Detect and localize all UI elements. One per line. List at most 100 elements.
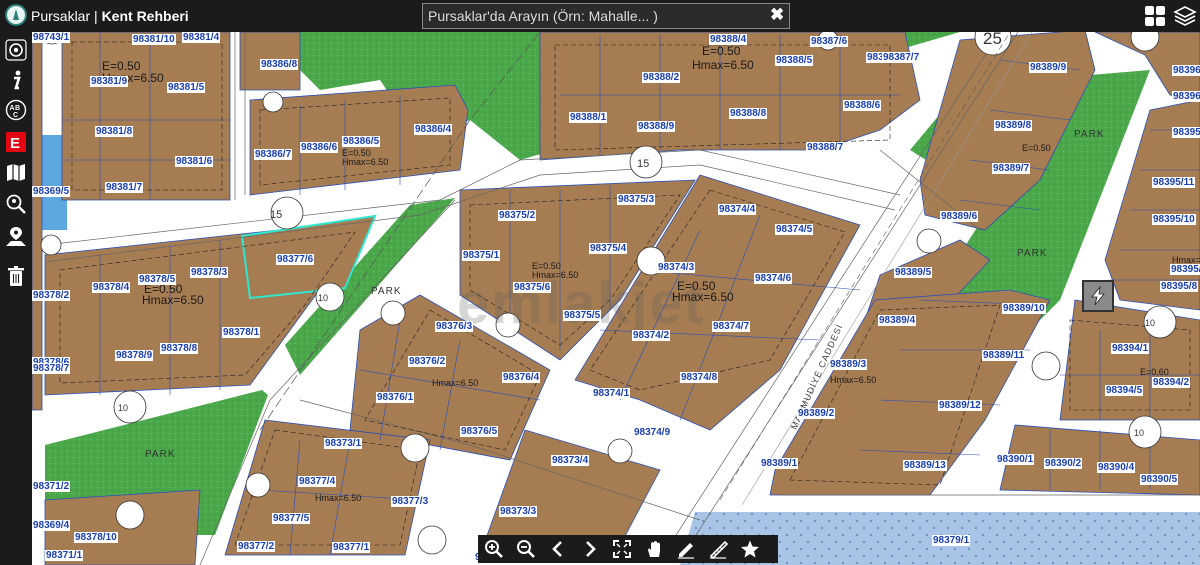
parcel-label[interactable]: 98376/1	[376, 392, 415, 403]
parcel-label[interactable]: 98381/10	[132, 34, 176, 45]
parcel-label[interactable]: 98387/7	[882, 52, 921, 63]
parcel-label[interactable]: 98373/1	[324, 438, 363, 449]
parcel-label[interactable]: 98389/13	[903, 460, 947, 471]
pan-hand-icon[interactable]	[638, 535, 670, 563]
parcel-label[interactable]: 98389/1	[760, 458, 799, 469]
parcel-label[interactable]: 98389/11	[982, 350, 1026, 361]
parcel-label[interactable]: 98375/4	[589, 243, 628, 254]
grid-apps-icon[interactable]	[1143, 4, 1167, 28]
parcel-label[interactable]: 98376/3	[435, 321, 474, 332]
parcel-label[interactable]: 98390/2	[1044, 458, 1083, 469]
parcel-label[interactable]: 98388/5	[775, 55, 814, 66]
parcel-label[interactable]: 98376/4	[502, 372, 541, 383]
parcel-label[interactable]: 98377/6	[276, 254, 315, 265]
parcel-label[interactable]: 98377/2	[237, 541, 276, 552]
book-map-icon[interactable]	[4, 160, 28, 184]
e-badge-icon[interactable]: E	[4, 130, 28, 154]
parcel-label[interactable]: 98394/2	[1152, 377, 1191, 388]
zoom-out-icon[interactable]	[510, 535, 542, 563]
parcel-label[interactable]: 98374/3	[657, 262, 696, 273]
parcel-label[interactable]: 98378/9	[115, 350, 154, 361]
fullscreen-icon[interactable]	[606, 535, 638, 563]
parcel-label[interactable]: 98395/11	[1152, 177, 1196, 188]
parcel-label[interactable]: 98375/1	[462, 250, 501, 261]
parcel-label[interactable]: 98381/4	[182, 32, 221, 43]
parcel-label[interactable]: 98378/2	[32, 290, 71, 301]
parcel-label[interactable]: 98388/9	[637, 121, 676, 132]
parcel-label[interactable]: 98374/6	[754, 273, 793, 284]
parcel-label[interactable]: 98394/1	[1111, 343, 1150, 354]
parcel-label[interactable]: 98381/9	[90, 76, 129, 87]
parcel-label[interactable]: 98743/1	[32, 32, 71, 43]
parcel-label[interactable]: 98378/10	[74, 532, 118, 543]
parcel-label[interactable]: 98394/5	[1105, 385, 1144, 396]
parcel-label[interactable]: 98378/3	[190, 267, 229, 278]
parcel-label[interactable]: 98381/5	[167, 82, 206, 93]
parcel-label[interactable]: 98395/10	[1152, 214, 1196, 225]
parcel-label[interactable]: 98396/11	[1172, 91, 1200, 102]
parcel-label[interactable]: 98377/4	[298, 476, 337, 487]
parcel-label[interactable]: 98374/1	[592, 388, 631, 399]
parcel-label[interactable]: 98377/3	[391, 496, 430, 507]
trash-icon[interactable]	[4, 264, 28, 288]
search-input[interactable]	[422, 3, 790, 29]
parcel-label[interactable]: 98389/7	[992, 163, 1031, 174]
parcel-label[interactable]: 98389/5	[894, 267, 933, 278]
parcel-label[interactable]: 98371/1	[45, 550, 84, 561]
parcel-label[interactable]: 98373/3	[499, 506, 538, 517]
parcel-label[interactable]: 98377/1	[332, 542, 371, 553]
parcel-label[interactable]: 98390/5	[1140, 474, 1179, 485]
parcel-label[interactable]: 98389/10	[1002, 303, 1046, 314]
parcel-label[interactable]: 98371/2	[32, 481, 71, 492]
parcel-label[interactable]: 98389/8	[994, 120, 1033, 131]
parcel-label[interactable]: 98389/9	[1029, 62, 1068, 73]
parcel-label[interactable]: 98374/8	[680, 372, 719, 383]
parcel-label[interactable]: 98386/7	[254, 149, 293, 160]
search-location-icon[interactable]	[4, 192, 28, 216]
parcel-label[interactable]: 98396/10	[1172, 65, 1200, 76]
next-icon[interactable]	[574, 535, 606, 563]
parcel-label[interactable]: 98389/6	[940, 211, 979, 222]
parcel-label[interactable]: 98369/5	[32, 186, 71, 197]
parcel-label[interactable]: 98389/2	[797, 408, 836, 419]
parcel-label[interactable]: 98389/4	[878, 315, 917, 326]
parcel-label[interactable]: 98378/8	[160, 343, 199, 354]
parcel-label[interactable]: 98373/4	[551, 455, 590, 466]
parcel-label[interactable]: 98378/1	[222, 327, 261, 338]
zoom-in-icon[interactable]	[478, 535, 510, 563]
parcel-label[interactable]: 98374/9	[633, 427, 672, 438]
parcel-label[interactable]: 98378/5	[138, 274, 177, 285]
parcel-label[interactable]: 98388/2	[642, 72, 681, 83]
info-icon[interactable]	[4, 68, 28, 92]
parcel-label[interactable]: 98388/7	[806, 142, 845, 153]
parcel-label[interactable]: 98375/6	[513, 282, 552, 293]
parcel-label[interactable]: 98375/5	[563, 310, 602, 321]
parcel-label[interactable]: 98386/8	[260, 59, 299, 70]
parcel-label[interactable]: 98386/4	[414, 124, 453, 135]
parcel-label[interactable]: 98377/5	[272, 513, 311, 524]
parcel-label[interactable]: 98369/4	[32, 520, 71, 531]
parcel-label[interactable]: 98381/7	[105, 182, 144, 193]
parcel-label[interactable]: 98381/6	[175, 156, 214, 167]
parcel-label[interactable]: 98389/3	[829, 359, 868, 370]
clear-search-icon[interactable]: ✖	[770, 5, 784, 25]
parcel-label[interactable]: 98395/1	[1172, 127, 1200, 138]
parcel-label[interactable]: 98381/8	[95, 126, 134, 137]
parcel-label[interactable]: 98388/8	[729, 108, 768, 119]
parcel-label[interactable]: 98374/2	[632, 330, 671, 341]
parcel-label[interactable]: 98390/4	[1097, 462, 1136, 473]
parcel-label[interactable]: 98386/6	[300, 142, 339, 153]
parcel-label[interactable]: 98374/7	[712, 321, 751, 332]
parcel-label[interactable]: 98395/8	[1160, 281, 1199, 292]
parcel-label[interactable]: 98387/6	[810, 36, 849, 47]
parcel-label[interactable]: 98374/5	[775, 224, 814, 235]
map-canvas[interactable]: 15 15 10 10 10 25 10 emlakjet MAHMUDİYE CA…	[32, 32, 1200, 565]
route-location-icon[interactable]	[4, 224, 28, 248]
parcel-label[interactable]: 98389/12	[938, 400, 982, 411]
previous-icon[interactable]	[542, 535, 574, 563]
parcel-label[interactable]: 98375/3	[617, 194, 656, 205]
favorite-star-icon[interactable]	[734, 535, 766, 563]
parcel-label[interactable]: 98375/2	[498, 210, 537, 221]
parcel-label[interactable]: 98378/4	[92, 282, 131, 293]
parcel-label[interactable]: 98388/6	[843, 100, 882, 111]
